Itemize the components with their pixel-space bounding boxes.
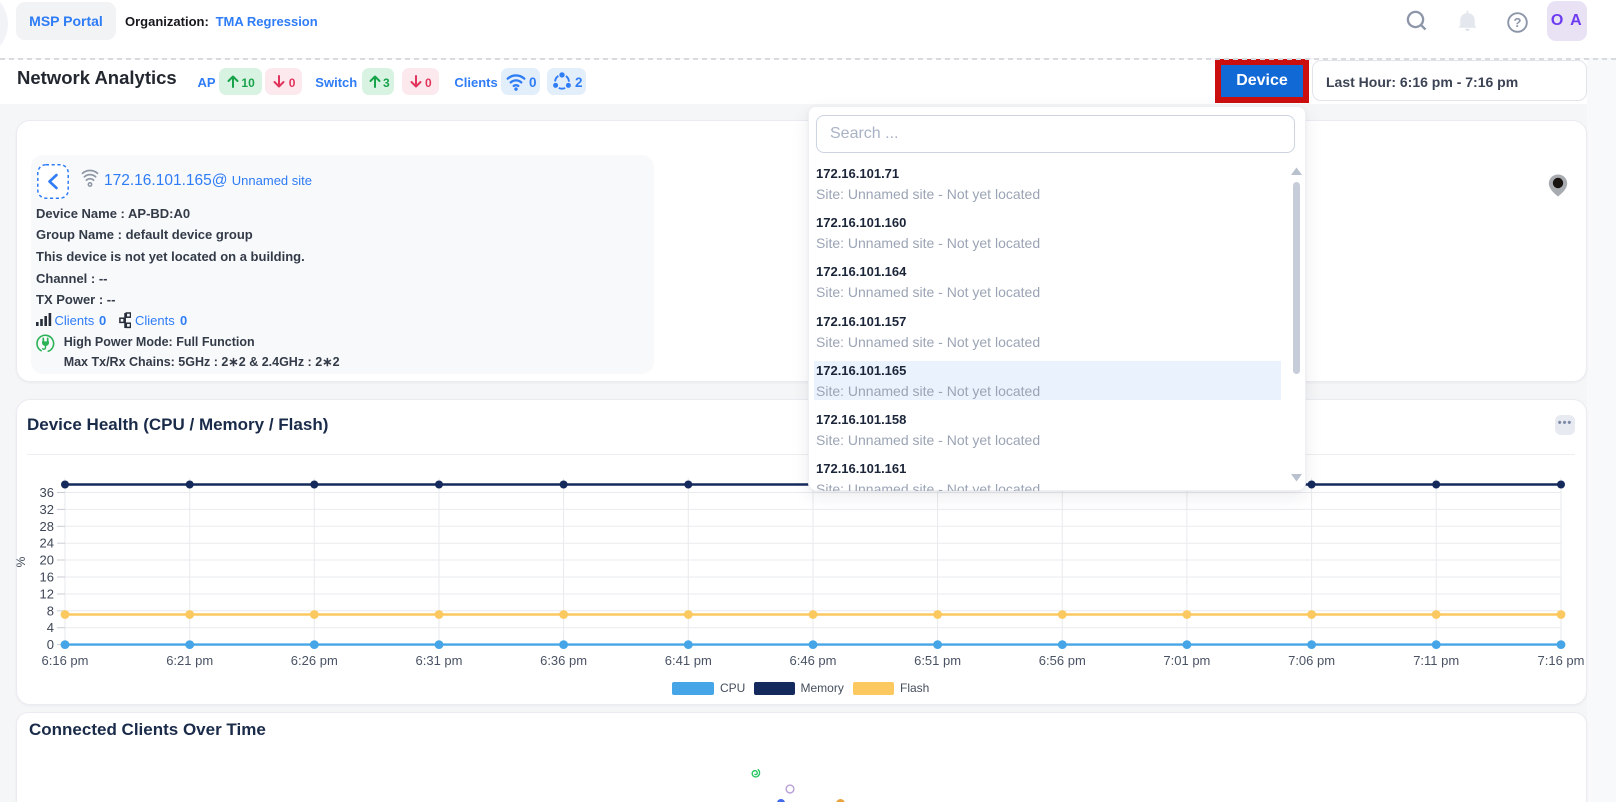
svg-text:7:11 pm: 7:11 pm [1413,653,1459,668]
svg-text:28: 28 [40,519,54,534]
svg-text:6:41 pm: 6:41 pm [665,653,712,668]
svg-text:20: 20 [40,553,54,568]
svg-text:6:21 pm: 6:21 pm [166,653,213,668]
svg-text:6:16 pm: 6:16 pm [42,653,89,668]
svg-text:4: 4 [47,620,54,635]
svg-text:7:01 pm: 7:01 pm [1163,653,1210,668]
svg-text:16: 16 [40,570,54,585]
svg-text:0: 0 [47,637,54,652]
svg-text:8: 8 [47,603,54,618]
svg-text:6:56 pm: 6:56 pm [1039,653,1086,668]
svg-text:7:06 pm: 7:06 pm [1288,653,1335,668]
svg-text:6:36 pm: 6:36 pm [540,653,587,668]
svg-text:6:46 pm: 6:46 pm [790,653,837,668]
svg-text:36: 36 [40,485,54,500]
svg-text:6:31 pm: 6:31 pm [416,653,463,668]
svg-text:?: ? [1514,15,1522,30]
svg-text:32: 32 [40,502,54,517]
svg-text:24: 24 [40,536,54,551]
svg-text:6:51 pm: 6:51 pm [914,653,961,668]
svg-text:7:16 pm: 7:16 pm [1538,653,1585,668]
svg-text:12: 12 [40,587,54,602]
svg-text:6:26 pm: 6:26 pm [291,653,338,668]
svg-text:%: % [16,556,28,567]
